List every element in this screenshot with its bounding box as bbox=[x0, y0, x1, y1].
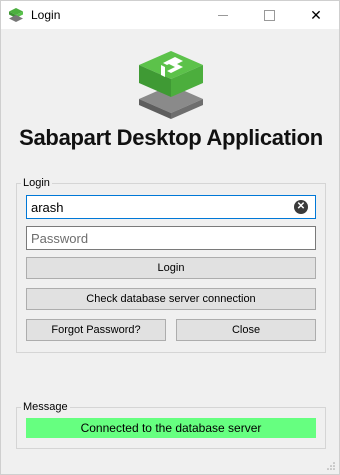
close-window-button[interactable]: ✕ bbox=[293, 1, 339, 29]
login-window: Login ✕ Sabapart Desktop Application Log… bbox=[0, 0, 340, 475]
login-group-label: Login bbox=[21, 177, 52, 189]
title-bar[interactable]: Login ✕ bbox=[1, 1, 339, 29]
check-connection-button[interactable]: Check database server connection bbox=[26, 288, 316, 310]
close-icon: ✕ bbox=[310, 6, 322, 23]
minimize-icon bbox=[218, 14, 228, 16]
forgot-password-button[interactable]: Forgot Password? bbox=[26, 319, 166, 341]
username-field[interactable]: ✕ bbox=[26, 195, 316, 219]
message-group-label: Message bbox=[21, 401, 70, 413]
login-button[interactable]: Login bbox=[26, 257, 316, 279]
minimize-button[interactable] bbox=[200, 1, 246, 29]
status-message: Connected to the database server bbox=[26, 418, 316, 438]
username-input[interactable] bbox=[27, 196, 285, 218]
resize-grip-icon[interactable] bbox=[327, 462, 335, 470]
sabapart-logo-icon bbox=[139, 51, 203, 119]
maximize-icon bbox=[263, 9, 275, 21]
app-title: Sabapart Desktop Application bbox=[19, 125, 323, 150]
window-title: Login bbox=[31, 8, 61, 22]
close-button[interactable]: Close bbox=[176, 319, 316, 341]
maximize-button[interactable] bbox=[246, 1, 292, 29]
app-icon bbox=[9, 8, 23, 22]
password-input[interactable] bbox=[27, 227, 285, 249]
password-field[interactable] bbox=[26, 226, 316, 250]
clear-input-icon[interactable]: ✕ bbox=[294, 200, 308, 214]
